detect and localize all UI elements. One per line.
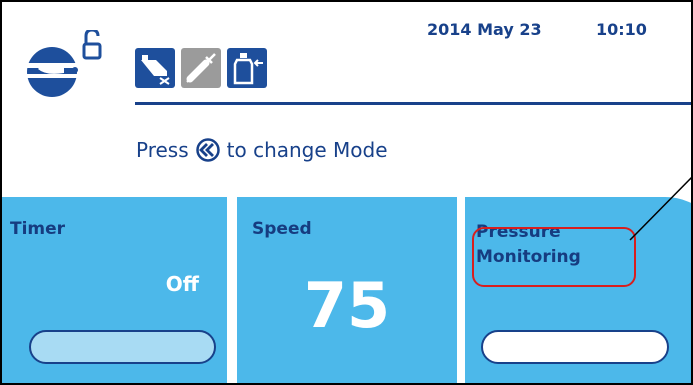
device-screen: 2014 May 23 10:10 Press to change Mode T… [0, 0, 693, 385]
callout-line [629, 176, 691, 241]
